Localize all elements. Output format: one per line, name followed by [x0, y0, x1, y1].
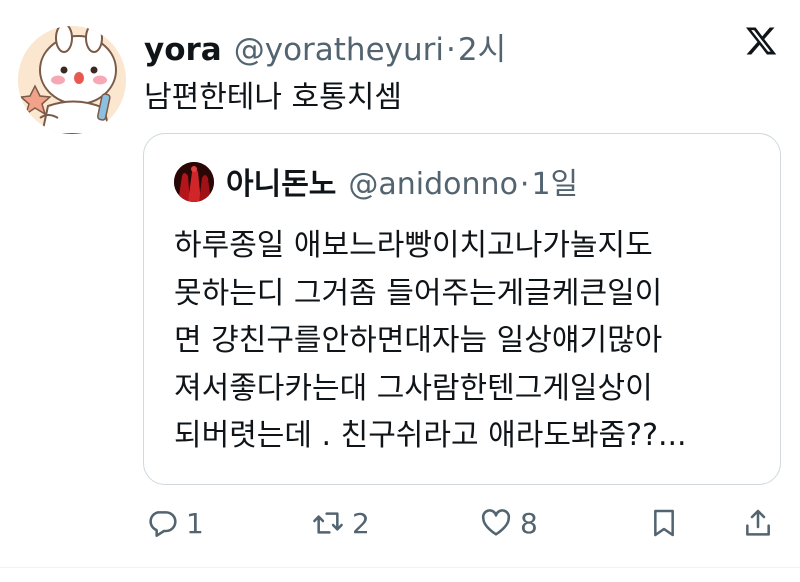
- tweet-time[interactable]: 2시: [458, 24, 506, 69]
- bottom-divider: [0, 567, 800, 568]
- author-name[interactable]: yora: [144, 32, 222, 68]
- quoted-header: 아니돈노 @anidonno · 1일: [226, 159, 578, 203]
- repost-icon: [313, 512, 343, 534]
- like-count: 8: [520, 506, 538, 540]
- separator-dot: ·: [446, 32, 456, 68]
- quoted-author-handle[interactable]: @anidonno: [348, 167, 518, 202]
- x-logo-icon[interactable]: [744, 24, 778, 58]
- share-button[interactable]: [742, 500, 774, 546]
- quoted-text-line: 하루종일 애보느라빵이치고나가놀지도: [174, 228, 653, 263]
- quoted-time[interactable]: 1일: [531, 159, 578, 203]
- bookmark-icon: [654, 509, 674, 537]
- share-icon: [746, 509, 770, 536]
- bookmark-button[interactable]: [648, 500, 680, 546]
- tweet-text: 남편한테나 호통치셈: [144, 80, 402, 115]
- like-button[interactable]: 8: [480, 500, 538, 546]
- tweet-header: yora @yoratheyuri · 2시: [144, 24, 506, 68]
- repost-button[interactable]: 2: [312, 500, 370, 546]
- action-bar: 1 2 8: [0, 500, 800, 550]
- bunny-avatar-image: [18, 26, 126, 134]
- quoted-text: 하루종일 애보느라빵이치고나가놀지도 못하는디 그거좀 들어주는게글케큰일이 면…: [174, 222, 764, 460]
- quoted-text-line: 못하는디 그거좀 들어주는게글케큰일이: [174, 275, 663, 311]
- quoted-text-line: 져서좋다카는대 그사람한텐그게일상이: [174, 370, 653, 406]
- reply-count: 1: [186, 506, 204, 540]
- quoted-text-line: 되버렷는데 . 친구쉬라고 애라도봐줌??...: [174, 418, 687, 453]
- quoted-tweet[interactable]: 아니돈노 @anidonno · 1일 하루종일 애보느라빵이치고나가놀지도 못…: [143, 133, 781, 485]
- quoted-author-name[interactable]: 아니돈노: [226, 159, 336, 203]
- author-handle[interactable]: @yoratheyuri: [234, 32, 444, 68]
- repost-count: 2: [352, 506, 370, 540]
- quoted-separator-dot: ·: [519, 167, 530, 202]
- dark-red-avatar-image: [174, 162, 214, 202]
- quoted-text-line: 면 걍친구를안하면대자늠 일상얘기많아: [174, 323, 663, 358]
- quoted-author-avatar[interactable]: [174, 162, 214, 202]
- author-avatar[interactable]: [18, 26, 126, 134]
- heart-icon: [481, 509, 511, 536]
- reply-button[interactable]: 1: [146, 500, 204, 546]
- reply-icon: [149, 511, 177, 537]
